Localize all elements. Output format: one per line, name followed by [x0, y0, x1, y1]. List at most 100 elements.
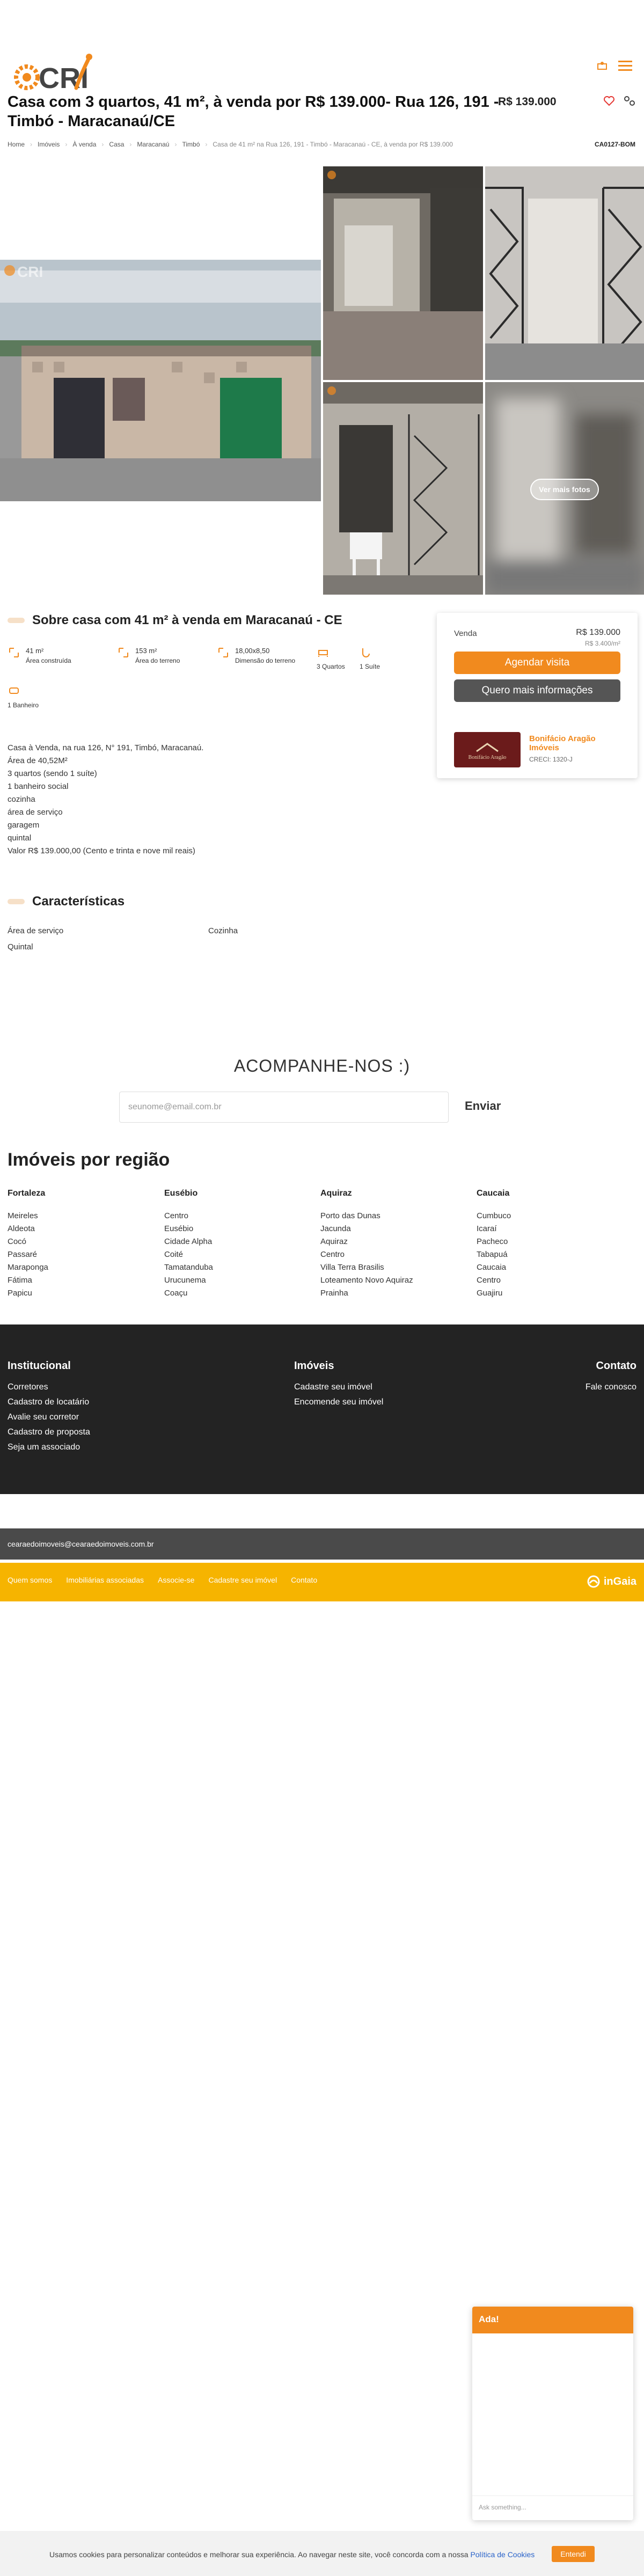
breadcrumb-casa[interactable]: Casa	[109, 141, 124, 148]
footer-bottom-link[interactable]: Contato	[291, 1576, 317, 1584]
region-link[interactable]: Loteamento Novo Aquiraz	[320, 1274, 413, 1287]
footer-bottom-bar: Quem somos Imobiliárias associadas Assoc…	[0, 1563, 644, 1601]
breadcrumb-neighborhood[interactable]: Timbó	[182, 141, 200, 148]
region-link[interactable]: Tabapuá	[477, 1248, 511, 1261]
description-line: Área de 40,52M²	[8, 756, 68, 765]
svg-text:CRI: CRI	[17, 264, 43, 280]
description-line: quintal	[8, 833, 32, 843]
region-link[interactable]: Eusébio	[164, 1223, 213, 1235]
region-link[interactable]: Prainha	[320, 1287, 413, 1300]
footer-bottom-link[interactable]: Cadastre seu imóvel	[208, 1576, 277, 1584]
agency-logo[interactable]: Bonifácio Aragão	[454, 732, 521, 767]
region-link[interactable]: Centro	[164, 1210, 213, 1223]
chat-title[interactable]: Ada!	[472, 2307, 633, 2333]
footer-email[interactable]: cearaedoimoveis@cearaedoimoveis.com.br	[0, 1528, 644, 1560]
cookie-accept-button[interactable]: Entendi	[552, 2546, 595, 2562]
breadcrumb-imoveis[interactable]: Imóveis	[38, 141, 60, 148]
page-title: Casa com 3 quartos, 41 m², à venda por R…	[8, 93, 499, 130]
region-link[interactable]: Villa Terra Brasilis	[320, 1261, 413, 1274]
title-accent	[8, 618, 25, 623]
footer-link[interactable]: Encomende seu imóvel	[294, 1395, 383, 1410]
footer: Institucional Corretores Cadastro de loc…	[0, 1324, 644, 1494]
photo-2[interactable]	[323, 166, 483, 380]
newsletter-title: ACOMPANHE-NOS :)	[233, 1056, 411, 1075]
site-logo[interactable]: CRI	[8, 49, 99, 94]
porch-image	[323, 382, 483, 595]
feature-built-area: 41 m² Área construída	[8, 646, 71, 665]
footer-col-institutional: Institucional Corretores Cadastro de loc…	[8, 1360, 90, 1455]
agency-name[interactable]: Bonifácio Aragão Imóveis	[529, 734, 620, 752]
about-title: Sobre casa com 41 m² à venda em Maracana…	[8, 613, 342, 628]
more-photos-button[interactable]: Ver mais fotos	[530, 479, 599, 500]
region-link[interactable]: Porto das Dunas	[320, 1210, 413, 1223]
bathroom-icon	[9, 687, 19, 694]
region-link[interactable]: Cidade Alpha	[164, 1235, 213, 1248]
region-column-fortaleza: Fortaleza Meireles Aldeota Cocó Passaré …	[8, 1187, 48, 1300]
cookie-policy-link[interactable]: Política de Cookies	[470, 2550, 535, 2559]
title-accent	[8, 899, 25, 904]
ingaia-logo-icon	[587, 1575, 600, 1588]
newsletter-email-input[interactable]: seunome@email.com.br	[119, 1092, 449, 1123]
region-link[interactable]: Maraponga	[8, 1261, 48, 1274]
region-link[interactable]: Aldeota	[8, 1223, 48, 1235]
characteristics-title-text: Características	[32, 894, 125, 909]
breadcrumb-city[interactable]: Maracanaú	[137, 141, 169, 148]
characteristic-item: Área de serviço	[8, 926, 64, 935]
suite-icon	[362, 648, 370, 657]
region-link[interactable]: Coaçu	[164, 1287, 213, 1300]
newsletter-send-button[interactable]: Enviar	[465, 1099, 501, 1113]
footer-link[interactable]: Corretores	[8, 1380, 90, 1395]
schedule-visit-button[interactable]: Agendar visita	[454, 652, 620, 674]
photo-4[interactable]	[323, 382, 483, 595]
region-link[interactable]: Jacunda	[320, 1223, 413, 1235]
region-column-aquiraz: Aquiraz Porto das Dunas Jacunda Aquiraz …	[320, 1187, 413, 1300]
footer-bottom-link[interactable]: Imobiliárias associadas	[66, 1576, 144, 1584]
heart-icon[interactable]	[603, 96, 615, 109]
menu-icon[interactable]	[618, 60, 632, 74]
ingaia-brand-text: inGaia	[603, 1575, 636, 1587]
breadcrumb-home[interactable]: Home	[8, 141, 25, 148]
region-link[interactable]: Guajiru	[477, 1287, 511, 1300]
region-link[interactable]: Cocó	[8, 1235, 48, 1248]
region-link[interactable]: Fátima	[8, 1274, 48, 1287]
chat-input[interactable]: Ask something...	[472, 2496, 633, 2520]
footer-link[interactable]: Fale conosco	[586, 1380, 636, 1395]
footer-bottom-link[interactable]: Associe-se	[158, 1576, 194, 1584]
user-icon[interactable]	[597, 61, 608, 73]
compare-icon[interactable]	[624, 96, 635, 109]
breadcrumb-a-venda[interactable]: À venda	[72, 141, 96, 148]
photo-3[interactable]	[485, 166, 644, 380]
region-link[interactable]: Cumbuco	[477, 1210, 511, 1223]
region-link[interactable]: Passaré	[8, 1248, 48, 1261]
feature-bathrooms: 1 Banheiro	[8, 685, 39, 710]
breadcrumb-current: Casa de 41 m² na Rua 126, 191 - Timbó - …	[213, 141, 453, 148]
footer-bottom-link[interactable]: Quem somos	[8, 1576, 52, 1584]
footer-link[interactable]: Cadastre seu imóvel	[294, 1380, 383, 1395]
more-info-button[interactable]: Quero mais informações	[454, 679, 620, 702]
main-photo[interactable]: CRI	[0, 260, 321, 501]
region-link[interactable]: Coité	[164, 1248, 213, 1261]
feature-bedrooms: 3 Quartos	[317, 646, 345, 671]
region-link[interactable]: Centro	[320, 1248, 413, 1261]
property-description: Casa à Venda, na rua 126, N° 191, Timbó,…	[8, 742, 351, 858]
house-facade-image: CRI	[0, 260, 321, 501]
region-link[interactable]: Tamatanduba	[164, 1261, 213, 1274]
region-link[interactable]: Pacheco	[477, 1235, 511, 1248]
cookie-text: Usamos cookies para personalizar conteúd…	[49, 2550, 469, 2559]
region-link[interactable]: Urucunema	[164, 1274, 213, 1287]
footer-link[interactable]: Cadastro de proposta	[8, 1425, 90, 1440]
footer-link[interactable]: Avalie seu corretor	[8, 1410, 90, 1425]
region-link[interactable]: Papicu	[8, 1287, 48, 1300]
cookie-text-wrap: Usamos cookies para personalizar conteúd…	[49, 2550, 535, 2559]
region-link[interactable]: Caucaia	[477, 1261, 511, 1274]
footer-link[interactable]: Cadastro de locatário	[8, 1395, 90, 1410]
region-link[interactable]: Centro	[477, 1274, 511, 1287]
region-link[interactable]: Icaraí	[477, 1223, 511, 1235]
region-link[interactable]: Meireles	[8, 1210, 48, 1223]
region-heading: Aquiraz	[320, 1189, 352, 1198]
footer-col-contact: Contato Fale conosco	[586, 1360, 636, 1395]
region-link[interactable]: Aquiraz	[320, 1235, 413, 1248]
ingaia-brand[interactable]: inGaia	[587, 1575, 636, 1589]
footer-link[interactable]: Seja um associado	[8, 1440, 90, 1455]
dimension-icon	[218, 648, 228, 657]
